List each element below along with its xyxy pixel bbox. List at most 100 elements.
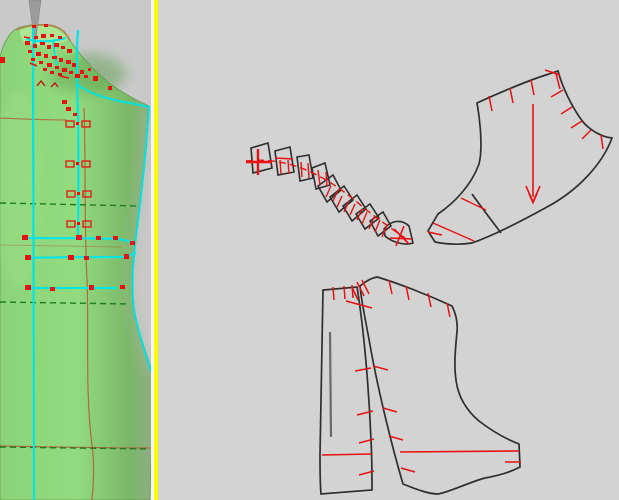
notch-mark [69,71,73,74]
strip-tick [274,157,294,160]
band-internal-line [328,331,333,438]
yoke-dart-tick [460,197,487,211]
yoke-internal-seam [471,193,502,234]
notch-mark [0,57,5,63]
strip-segment-3[interactable] [296,154,314,182]
notch-mark [72,63,76,67]
strip-tick [279,159,282,175]
notch-mark [28,50,32,53]
body-notch [400,467,416,473]
band-red-line [321,453,373,456]
yoke-corner-line [432,222,475,242]
3d-avatar-canvas[interactable] [0,0,151,500]
notch-mark [47,63,52,67]
pin-dot [76,162,79,165]
notch-mark [43,68,47,71]
strip-tip-cross [389,237,413,240]
strip-tick [300,161,303,178]
yoke-notch [600,134,604,150]
body-piece[interactable] [359,276,521,495]
notch-mark [58,36,62,39]
strip-tick [361,211,368,225]
notch-mark [96,236,101,240]
yoke-notch [488,95,493,112]
strip-tick [287,159,290,175]
notch-mark [76,235,82,240]
notch-mark [68,255,74,260]
notch-mark [50,71,54,74]
notch-mark [59,58,63,62]
notch-mark [22,235,28,240]
band-notch [343,285,346,300]
strip-tick [317,169,321,186]
notch-mark [40,42,45,45]
band-notch [354,367,372,372]
yoke-notch [530,79,535,96]
notch-mark [31,58,35,61]
notch-mark [36,52,41,56]
yoke-notch [570,120,583,129]
notch-mark [44,24,48,27]
2d-pattern-viewport[interactable] [158,0,619,500]
notch-mark [62,100,67,104]
notch-mark [84,256,89,260]
pin-dot [77,192,80,195]
pin-dot [76,122,79,125]
notch-mark [80,70,84,74]
notch-mark [52,56,57,59]
yoke-notch [550,89,564,98]
notch-mark [130,241,135,245]
strip-tick [374,219,381,233]
notch-mark [25,41,30,45]
notch-mark [50,287,55,291]
2d-pattern-canvas[interactable] [158,0,619,500]
body-notch [382,407,398,413]
strip-tick [325,171,328,187]
notch-mark [62,68,67,72]
yoke-piece[interactable] [427,69,614,245]
notch-mark [39,61,43,64]
strip-tick [349,203,356,216]
notch-mark [124,254,129,259]
seam-center-front [31,25,36,500]
strip-segment-9[interactable] [368,210,393,238]
notch-mark [73,113,77,116]
yoke-notch [509,87,514,104]
notch-tick [23,36,31,39]
notch-mark [113,236,118,240]
body-red-line [399,450,520,453]
notch-mark [47,45,51,49]
pin-dot [77,222,80,225]
yoke-notch [581,129,592,140]
notch-mark [93,76,98,81]
pattern-cad-workspace [0,0,619,500]
notch-mark [25,285,31,290]
notch-mark [33,44,37,48]
notch-mark [67,49,72,53]
notch-mark [66,60,71,64]
yoke-notch [560,106,573,115]
strip-tick [307,162,310,179]
notch-mark [108,86,112,90]
notch-mark [34,36,38,39]
notch-mark [89,285,94,290]
notch-mark [25,255,31,260]
body-shoulder-notch [427,292,432,308]
strip-segment-2[interactable] [274,145,295,176]
strip-segment-1[interactable] [250,141,273,175]
notch-mark [120,285,125,289]
3d-avatar-viewport[interactable] [0,0,151,500]
strip-tick [325,185,332,198]
band-notch [332,286,335,301]
notch-mark [88,68,91,71]
strip-tick [336,195,343,208]
notch-mark [61,46,65,49]
notch-mark [75,74,80,78]
notch-mark [41,34,46,38]
notch-mark [84,75,88,78]
notch-mark [55,66,59,69]
notch-mark [66,107,71,111]
notch-mark [50,34,54,37]
notch-mark [44,54,48,58]
notch-mark [32,25,36,28]
